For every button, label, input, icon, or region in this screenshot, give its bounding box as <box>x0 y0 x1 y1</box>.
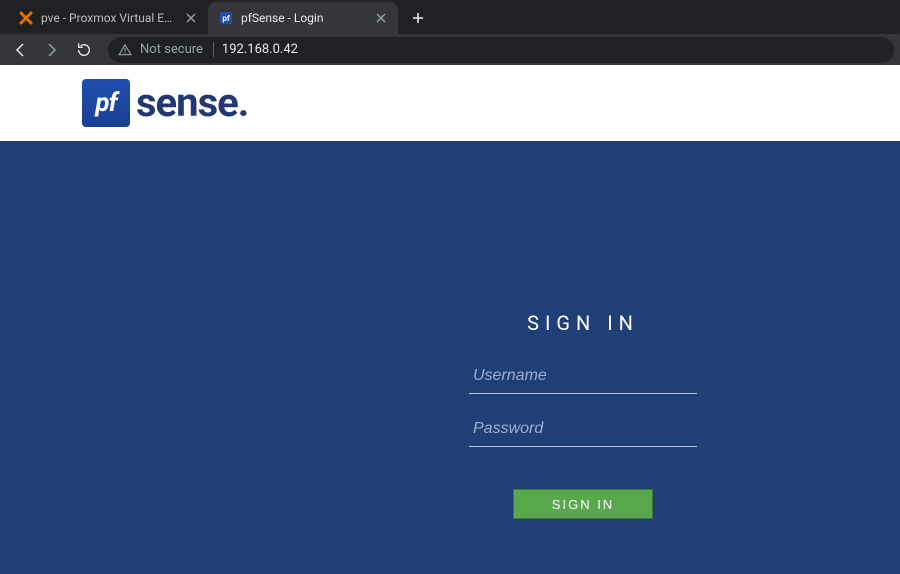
logo-mark: pf <box>82 79 130 127</box>
back-button[interactable] <box>6 36 34 64</box>
new-tab-button[interactable] <box>404 4 432 32</box>
page-content: pf sense. SIGN IN SIGN IN <box>0 65 900 574</box>
forward-button[interactable] <box>38 36 66 64</box>
pfsense-logo: pf sense. <box>82 79 248 127</box>
signin-heading: SIGN IN <box>527 311 639 335</box>
logo-mark-text: pf <box>95 88 116 118</box>
tab-title: pfSense - Login <box>241 11 367 25</box>
tab-strip: pve - Proxmox Virtual Environme pf pfSen… <box>0 0 900 34</box>
close-icon[interactable] <box>184 11 198 25</box>
login-panel: SIGN IN SIGN IN <box>0 141 900 574</box>
browser-chrome: pve - Proxmox Virtual Environme pf pfSen… <box>0 0 900 65</box>
svg-text:pf: pf <box>222 14 230 23</box>
not-secure-icon <box>118 43 132 57</box>
username-input[interactable] <box>469 359 697 394</box>
favicon-pfsense: pf <box>218 10 234 26</box>
signin-button[interactable]: SIGN IN <box>513 489 653 519</box>
close-icon[interactable] <box>374 11 388 25</box>
favicon-proxmox <box>18 10 34 26</box>
password-input[interactable] <box>469 412 697 447</box>
tab-pfsense[interactable]: pf pfSense - Login <box>208 2 398 34</box>
address-bar[interactable]: Not secure 192.168.0.42 <box>108 37 894 63</box>
page-header: pf sense. <box>0 65 900 141</box>
not-secure-label: Not secure <box>140 42 214 57</box>
browser-toolbar: Not secure 192.168.0.42 <box>0 34 900 65</box>
tab-title: pve - Proxmox Virtual Environme <box>41 11 177 25</box>
tab-proxmox[interactable]: pve - Proxmox Virtual Environme <box>8 2 208 34</box>
url-text: 192.168.0.42 <box>222 42 298 57</box>
login-form: SIGN IN SIGN IN <box>466 311 700 519</box>
reload-button[interactable] <box>70 36 98 64</box>
logo-word: sense. <box>136 83 248 123</box>
